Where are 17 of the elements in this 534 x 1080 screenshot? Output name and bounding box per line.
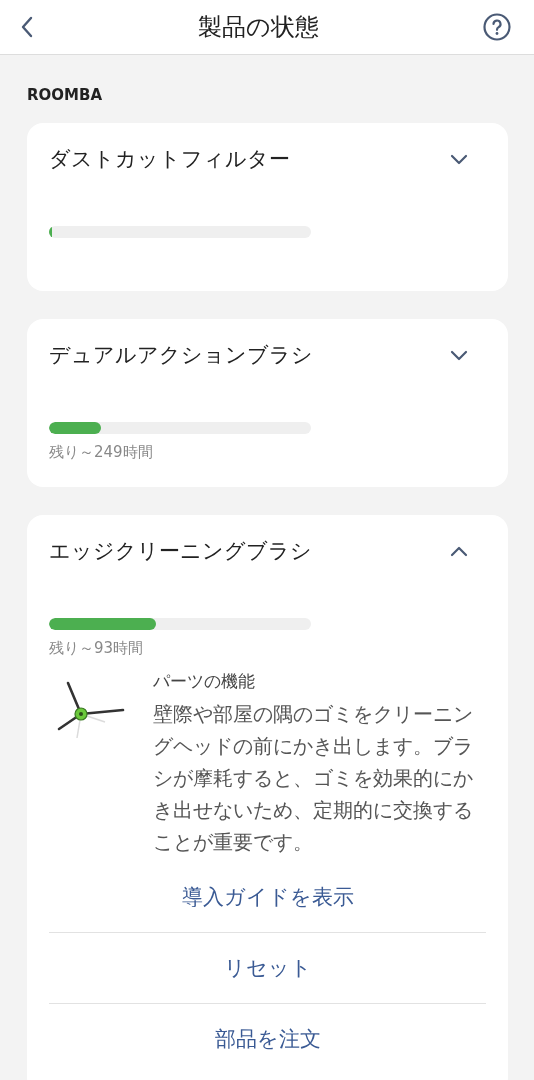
back-icon[interactable] <box>20 16 34 38</box>
part-name: エッジクリーニングブラシ <box>49 538 312 565</box>
action-link[interactable]: 導入ガイドを表示 <box>49 862 486 932</box>
chevron-up-icon[interactable] <box>450 545 468 557</box>
action-link[interactable]: 部品を注文 <box>49 1004 486 1074</box>
chevron-down-icon[interactable] <box>450 153 468 165</box>
help-icon[interactable] <box>483 13 511 41</box>
screen-title: 製品の状態 <box>198 12 319 43</box>
remaining-time: 残り～93時間 <box>49 638 145 659</box>
part-name: デュアルアクションブラシ <box>49 342 313 369</box>
detail-description: 壁際や部屋の隅のゴミをクリーニングヘッドの前にかき出します。ブラシが摩耗すると、ゴミを効果的にかき出せないため、定期的に交換することが重要です。 <box>153 701 474 856</box>
chevron-down-icon[interactable] <box>450 349 468 361</box>
part-name: ダストカットフィルター <box>49 146 290 173</box>
remaining-time: 残り～249時間 <box>49 442 154 463</box>
detail-heading: パーツの機能 <box>153 670 256 693</box>
action-link[interactable]: リセット <box>49 933 486 1003</box>
section-label: ROOMBA <box>27 85 104 105</box>
